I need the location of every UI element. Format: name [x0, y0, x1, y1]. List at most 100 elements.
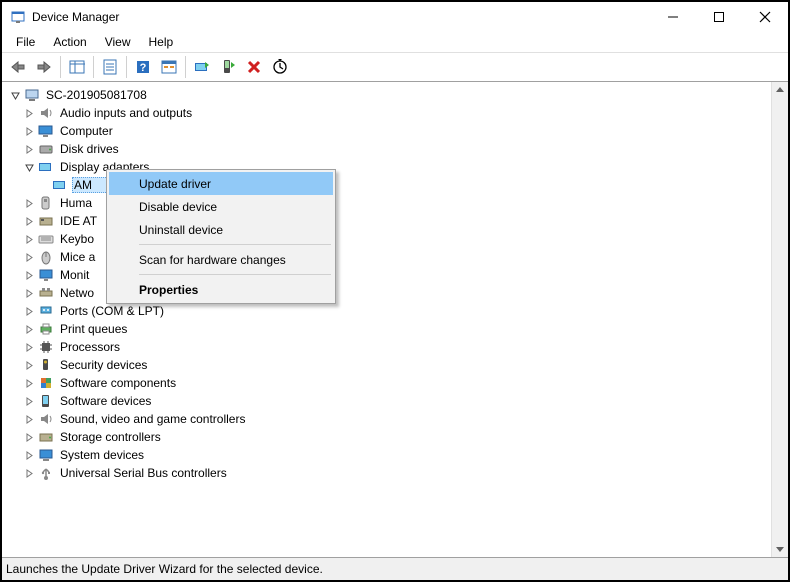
context-menu-label: Properties — [139, 283, 198, 297]
chevron-right-icon[interactable] — [22, 430, 36, 444]
usb-icon — [38, 465, 54, 481]
context-menu-separator — [139, 274, 331, 275]
title-bar: Device Manager — [2, 2, 788, 32]
forward-button[interactable] — [32, 55, 56, 79]
tree-node[interactable]: Software components — [8, 374, 771, 392]
maximize-button[interactable] — [696, 2, 742, 31]
computer-icon — [24, 87, 40, 103]
tree-node-label: Keybo — [58, 231, 96, 247]
chevron-right-icon[interactable] — [22, 196, 36, 210]
toolbar-separator — [126, 56, 127, 78]
chevron-right-icon[interactable] — [22, 448, 36, 462]
chevron-right-icon[interactable] — [22, 412, 36, 426]
context-menu-update-driver[interactable]: Update driver — [109, 172, 333, 195]
ide-icon — [38, 213, 54, 229]
uninstall-device-button[interactable] — [242, 55, 266, 79]
monitor-icon — [38, 123, 54, 139]
tree-node[interactable]: System devices — [8, 446, 771, 464]
context-menu-scan-hardware[interactable]: Scan for hardware changes — [109, 248, 333, 271]
tree-node[interactable]: Ports (COM & LPT) — [8, 302, 771, 320]
window-title: Device Manager — [32, 10, 650, 24]
chevron-right-icon[interactable] — [22, 232, 36, 246]
tree-node[interactable]: Audio inputs and outputs — [8, 104, 771, 122]
chevron-right-icon[interactable] — [22, 124, 36, 138]
tree-node[interactable]: Software devices — [8, 392, 771, 410]
properties-button[interactable] — [98, 55, 122, 79]
storage-icon — [38, 429, 54, 445]
context-menu-label: Uninstall device — [139, 223, 223, 237]
scan-hardware-button[interactable] — [268, 55, 292, 79]
tree-node-label: Print queues — [58, 321, 129, 337]
port-icon — [38, 303, 54, 319]
tree-node-label: Mice a — [58, 249, 97, 265]
tree-node[interactable]: Print queues — [8, 320, 771, 338]
sound-icon — [38, 411, 54, 427]
keyboard-icon — [38, 231, 54, 247]
context-menu-separator — [139, 244, 331, 245]
display-adapter-icon — [38, 159, 54, 175]
tree-node[interactable]: Disk drives — [8, 140, 771, 158]
tree-node-label: Storage controllers — [58, 429, 163, 445]
chevron-right-icon[interactable] — [22, 376, 36, 390]
tree-node-label: Universal Serial Bus controllers — [58, 465, 229, 481]
tree-node[interactable]: Processors — [8, 338, 771, 356]
tree-node-label: Security devices — [58, 357, 149, 373]
security-icon — [38, 357, 54, 373]
chevron-right-icon[interactable] — [22, 286, 36, 300]
chevron-right-icon[interactable] — [22, 304, 36, 318]
device-tree[interactable]: SC-201905081708 Audio inputs and outputs… — [2, 82, 771, 557]
tree-node[interactable]: Storage controllers — [8, 428, 771, 446]
mouse-icon — [38, 249, 54, 265]
tree-node-label: Processors — [58, 339, 122, 355]
help-button[interactable]: ? — [131, 55, 155, 79]
toolbar-separator — [185, 56, 186, 78]
chevron-right-icon[interactable] — [22, 142, 36, 156]
toolbar: ? — [2, 52, 788, 82]
tree-node-label: Monit — [58, 267, 91, 283]
update-driver-button[interactable] — [190, 55, 214, 79]
chevron-right-icon[interactable] — [22, 466, 36, 480]
chevron-right-icon[interactable] — [22, 340, 36, 354]
svg-text:?: ? — [140, 62, 147, 74]
network-icon — [38, 285, 54, 301]
toolbar-button[interactable] — [157, 55, 181, 79]
menu-action[interactable]: Action — [45, 33, 94, 51]
context-menu: Update driver Disable device Uninstall d… — [106, 169, 336, 304]
enable-device-button[interactable] — [216, 55, 240, 79]
chevron-down-icon[interactable] — [8, 88, 22, 102]
context-menu-properties[interactable]: Properties — [109, 278, 333, 301]
back-button[interactable] — [6, 55, 30, 79]
tree-node[interactable]: Universal Serial Bus controllers — [8, 464, 771, 482]
tree-root[interactable]: SC-201905081708 — [8, 86, 771, 104]
menu-help[interactable]: Help — [141, 33, 182, 51]
show-hide-tree-button[interactable] — [65, 55, 89, 79]
chevron-right-icon[interactable] — [22, 322, 36, 336]
chevron-right-icon[interactable] — [22, 214, 36, 228]
chevron-right-icon[interactable] — [22, 394, 36, 408]
tree-node-label: Huma — [58, 195, 94, 211]
vertical-scrollbar[interactable] — [771, 82, 788, 557]
menu-view[interactable]: View — [97, 33, 139, 51]
menu-file[interactable]: File — [8, 33, 43, 51]
tree-node-label: Disk drives — [58, 141, 121, 157]
tree-node[interactable]: Security devices — [8, 356, 771, 374]
chevron-down-icon[interactable] — [22, 160, 36, 174]
close-button[interactable] — [742, 2, 788, 31]
chevron-right-icon[interactable] — [22, 250, 36, 264]
status-text: Launches the Update Driver Wizard for th… — [6, 562, 323, 576]
chevron-right-icon[interactable] — [22, 106, 36, 120]
tree-node-label: Ports (COM & LPT) — [58, 303, 166, 319]
minimize-button[interactable] — [650, 2, 696, 31]
context-menu-disable-device[interactable]: Disable device — [109, 195, 333, 218]
tree-node-label: Software devices — [58, 393, 153, 409]
software-device-icon — [38, 393, 54, 409]
monitor-icon — [38, 267, 54, 283]
disk-icon — [38, 141, 54, 157]
chevron-right-icon[interactable] — [22, 268, 36, 282]
tree-node-label: SC-201905081708 — [44, 87, 149, 103]
context-menu-label: Update driver — [139, 177, 211, 191]
tree-node[interactable]: Computer — [8, 122, 771, 140]
tree-node[interactable]: Sound, video and game controllers — [8, 410, 771, 428]
chevron-right-icon[interactable] — [22, 358, 36, 372]
context-menu-uninstall-device[interactable]: Uninstall device — [109, 218, 333, 241]
